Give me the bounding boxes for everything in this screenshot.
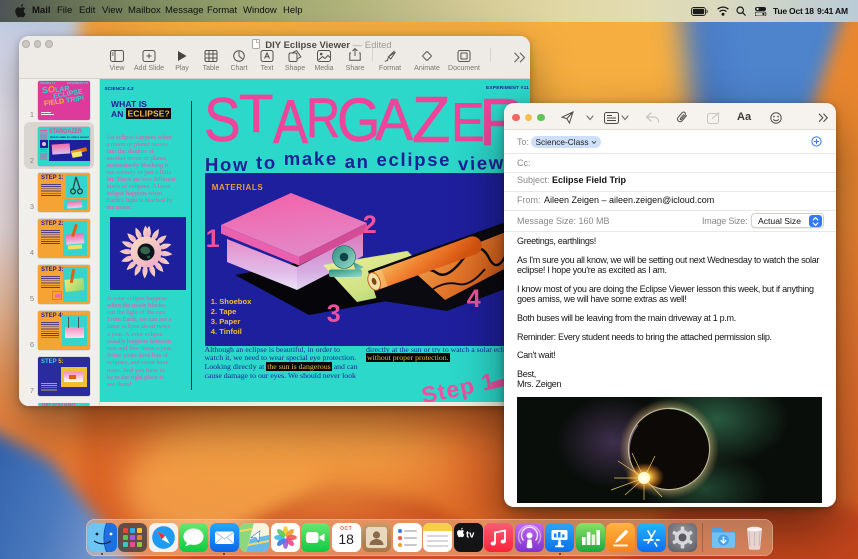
svg-text:tv: tv bbox=[466, 530, 475, 541]
